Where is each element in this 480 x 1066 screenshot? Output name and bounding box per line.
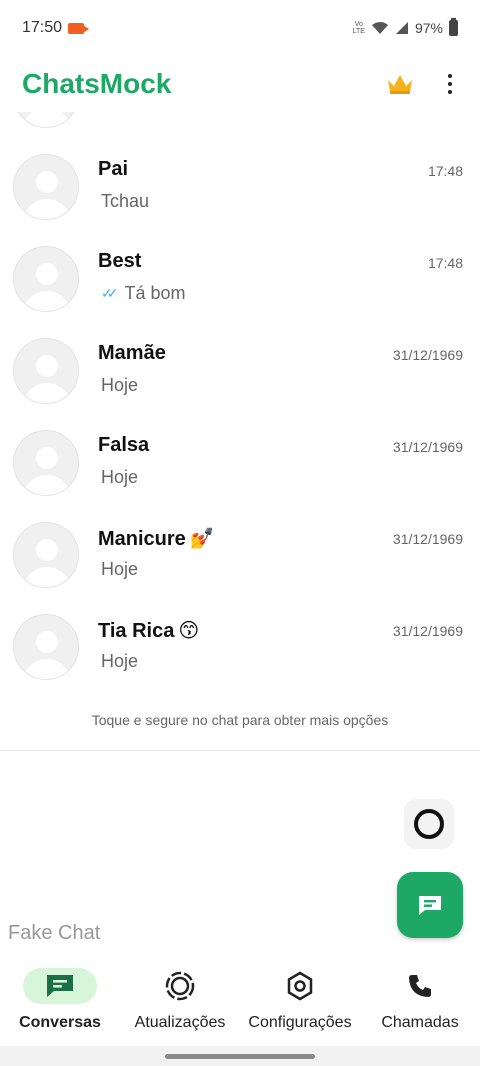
gesture-bar <box>0 1046 480 1066</box>
watermark: Fake Chat <box>8 922 101 944</box>
last-message-text: Hoje <box>101 375 139 395</box>
chat-last-message: Hoje <box>101 375 138 396</box>
nav-label: Atualizações <box>134 1014 226 1031</box>
chat-time: 31/12/1969 <box>392 531 463 547</box>
settings-icon <box>263 968 337 1004</box>
phone-icon <box>383 968 457 1004</box>
kissing-face-emoji-icon: 😙 <box>178 620 200 642</box>
new-chat-button[interactable] <box>397 872 463 938</box>
wifi-icon <box>371 22 388 34</box>
new-chat-icon <box>419 896 441 915</box>
last-message-text: Tchau <box>101 191 150 211</box>
volte-bottom-label: LTE <box>352 28 365 35</box>
chat-row-mamae[interactable]: Mamãe 31/12/1969 Hoje <box>0 314 480 406</box>
avatar <box>13 614 79 680</box>
chat-name: Best <box>98 250 142 272</box>
last-message-text: Hoje <box>101 467 139 487</box>
chat-name: Manicure 💅 <box>98 526 215 551</box>
chat-name: Falsa <box>98 434 150 456</box>
avatar <box>13 338 79 404</box>
partial-chat-row[interactable] <box>0 112 480 130</box>
chat-row-manicure[interactable]: Manicure 💅 31/12/1969 Hoje <box>0 498 480 590</box>
nav-atualizacoes[interactable]: Atualizações <box>120 960 240 1046</box>
status-bar: 17:50 Vo LTE 97% <box>0 0 480 56</box>
bottom-nav: Conversas Atualizações Configurações Cha… <box>0 960 480 1046</box>
chat-last-message: Tchau <box>101 191 149 212</box>
avatar <box>13 246 79 312</box>
chat-row-pai[interactable]: Pai 17:48 Tchau <box>0 130 480 222</box>
long-press-hint: Toque e segure no chat para obter mais o… <box>91 712 389 728</box>
nav-label: Chamadas <box>381 1014 459 1031</box>
nav-label: Conversas <box>19 1014 101 1031</box>
chat-icon <box>23 968 97 1004</box>
nav-label: Configurações <box>248 1014 352 1031</box>
status-left: 17:50 <box>22 19 90 37</box>
volte-top-label: Vo <box>354 21 363 28</box>
signal-icon <box>395 22 408 34</box>
more-options-icon[interactable] <box>442 74 458 94</box>
circle-icon <box>414 809 444 839</box>
avatar <box>13 154 79 220</box>
chat-row-tia-rica[interactable]: Tia Rica 😙 31/12/1969 Hoje <box>0 590 480 682</box>
status-right: Vo LTE 97% <box>353 18 458 36</box>
double-check-icon: ✓✓ <box>101 285 119 301</box>
chat-time: 31/12/1969 <box>392 623 463 639</box>
last-message-text: Hoje <box>101 651 139 671</box>
chat-name: Pai <box>98 158 129 180</box>
avatar <box>13 430 79 496</box>
chat-last-message: Hoje <box>101 651 138 672</box>
chat-time: 31/12/1969 <box>392 439 463 455</box>
chat-time: 17:48 <box>427 255 463 271</box>
app-actions <box>386 72 458 96</box>
nail-polish-emoji-icon: 💅 <box>189 528 215 550</box>
battery-icon <box>449 18 458 36</box>
home-gesture-handle[interactable] <box>165 1054 315 1059</box>
chat-list: Pai 17:48 Tchau Best 17:48 ✓✓ Tá bom Mam… <box>0 112 480 752</box>
app-bar: ChatsMock <box>0 56 480 112</box>
battery-percent: 97% <box>414 20 443 36</box>
chat-name-text: Tia Rica <box>98 620 175 642</box>
status-time: 17:50 <box>22 19 63 36</box>
chat-last-message: Hoje <box>101 559 138 580</box>
divider <box>0 750 480 751</box>
chat-name: Tia Rica 😙 <box>98 618 199 643</box>
last-message-text: Tá bom <box>124 283 186 303</box>
chat-row-falsa[interactable]: Falsa 31/12/1969 Hoje <box>0 406 480 498</box>
chat-row-best[interactable]: Best 17:48 ✓✓ Tá bom <box>0 222 480 314</box>
status-icon <box>143 968 217 1004</box>
nav-configuracoes[interactable]: Configurações <box>240 960 360 1046</box>
nav-conversas[interactable]: Conversas <box>0 960 120 1046</box>
screen-record-icon <box>68 22 90 34</box>
volte-icon: Vo LTE <box>353 21 365 35</box>
chat-last-message: ✓✓ Tá bom <box>101 283 186 304</box>
last-message-text: Hoje <box>101 559 139 579</box>
avatar <box>13 522 79 588</box>
chat-last-message: Hoje <box>101 467 138 488</box>
record-toggle-button[interactable] <box>404 799 454 849</box>
avatar <box>13 112 79 128</box>
crown-icon[interactable] <box>386 72 414 96</box>
app-title: ChatsMock <box>22 68 172 99</box>
chat-time: 31/12/1969 <box>392 347 463 363</box>
nav-chamadas[interactable]: Chamadas <box>360 960 480 1046</box>
chat-name-text: Manicure <box>98 528 186 550</box>
chat-name: Mamãe <box>98 342 166 364</box>
chat-time: 17:48 <box>427 163 463 179</box>
